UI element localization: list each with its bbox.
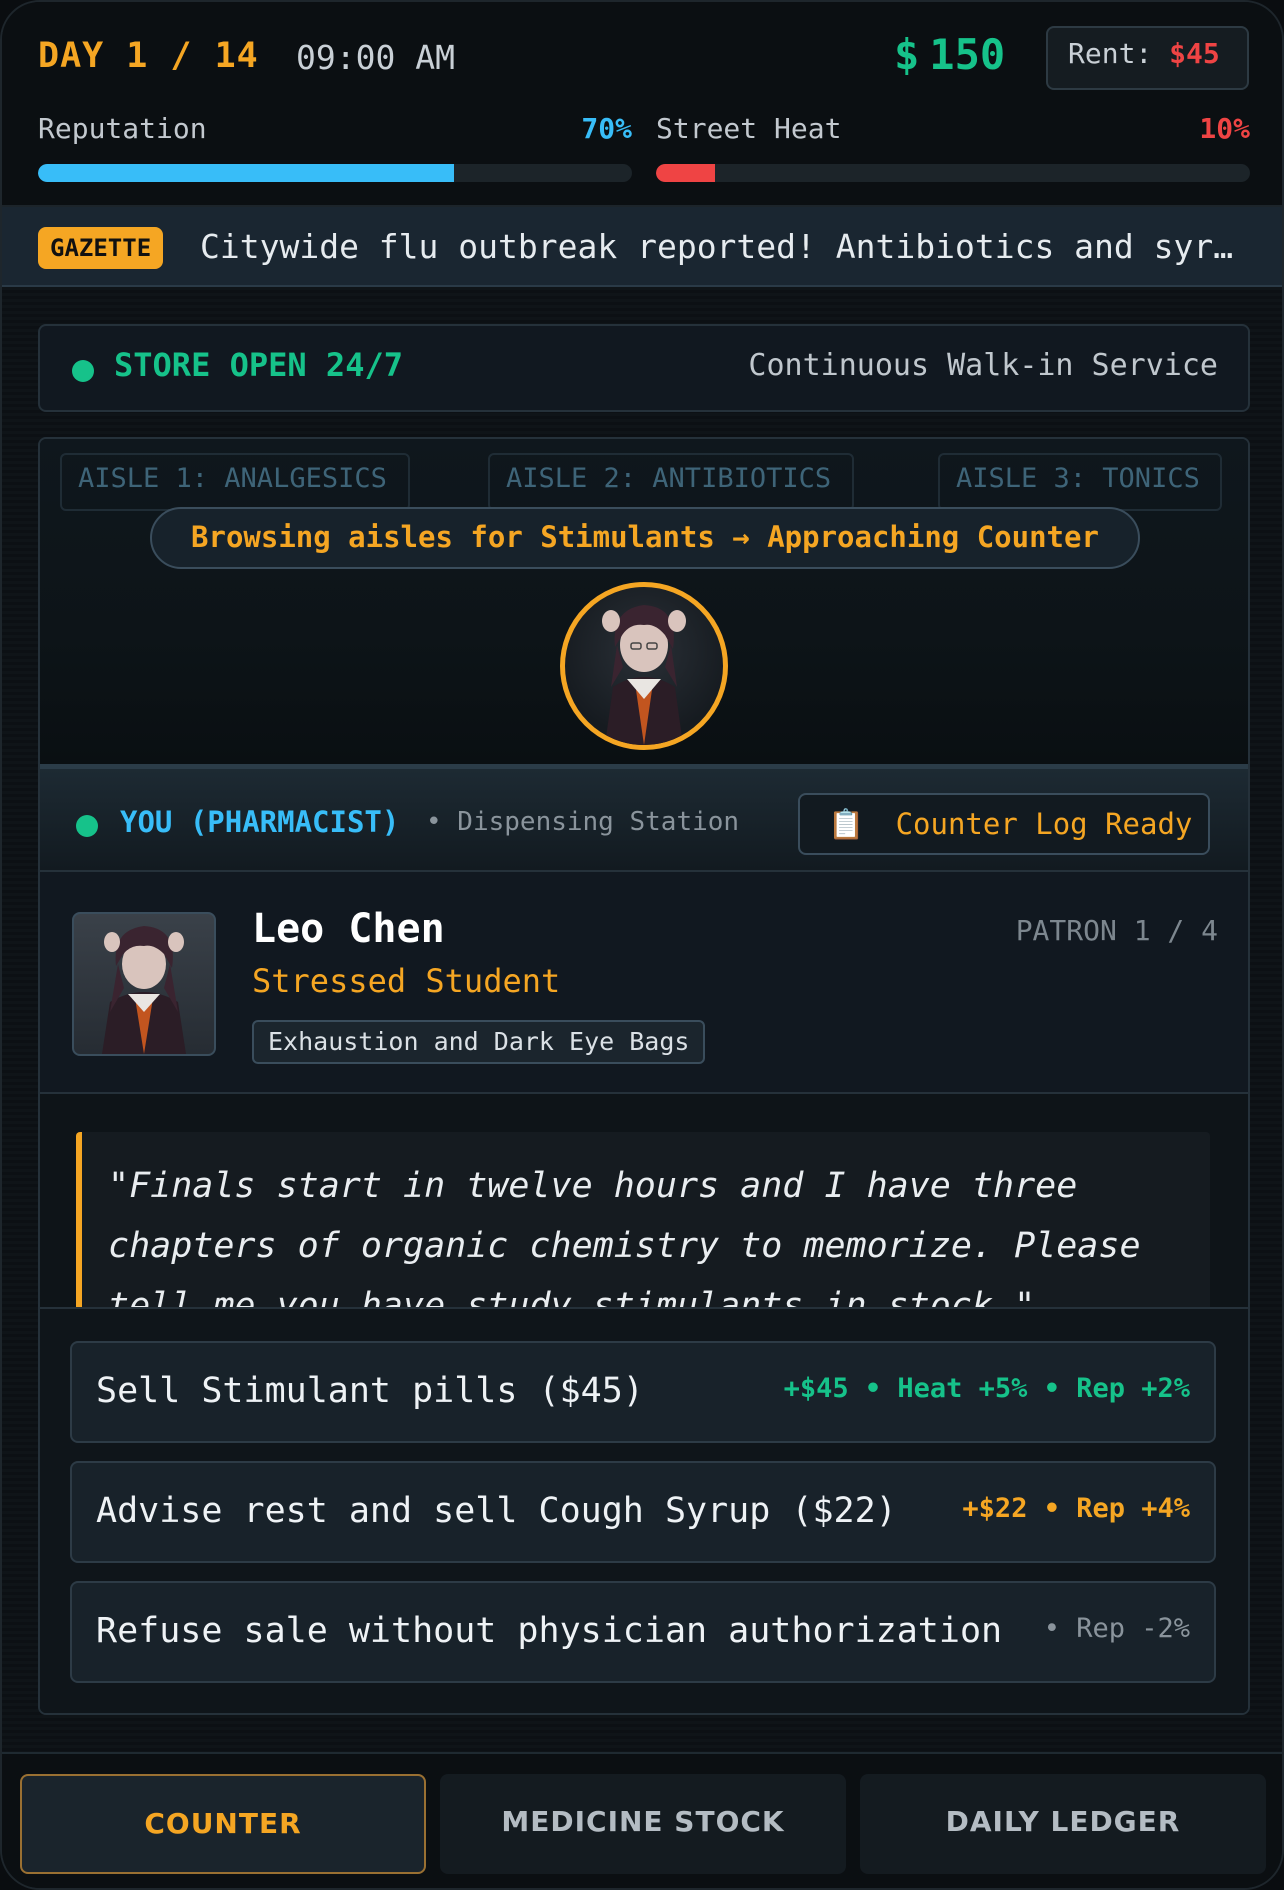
dispensing-station-bar: YOU (PHARMACIST) • Dispensing Station 📋 …	[40, 764, 1248, 872]
choice-advise-rest[interactable]: Advise rest and sell Cough Syrup ($22) +…	[70, 1461, 1216, 1563]
player-role-label: YOU (PHARMACIST)	[120, 805, 400, 839]
store-status-text: STORE OPEN 24/7	[114, 346, 403, 384]
gazette-headline: Citywide flu outbreak reported! Antibiot…	[200, 227, 1250, 266]
symptom-tag: Exhaustion and Dark Eye Bags	[252, 1020, 706, 1064]
clock-time: 09:00 AM	[296, 38, 455, 77]
patron-dialogue: "Finals start in twelve hours and I have…	[76, 1132, 1210, 1307]
choice-sell-stimulants[interactable]: Sell Stimulant pills ($45) +$45 • Heat +…	[70, 1341, 1216, 1443]
open-status-dot-icon	[72, 360, 94, 382]
store-service-text: Continuous Walk-in Service	[748, 348, 1218, 383]
aisle-view: AISLE 1: ANALGESICS AISLE 2: ANTIBIOTICS…	[40, 439, 1248, 764]
reputation-bar-fill	[38, 164, 454, 182]
news-ticker: GAZETTE Citywide flu outbreak reported! …	[2, 207, 1282, 287]
patron-avatar	[72, 912, 216, 1056]
student-portrait-icon	[602, 605, 686, 745]
shop-scene: AISLE 1: ANALGESICS AISLE 2: ANTIBIOTICS…	[38, 437, 1250, 1715]
clipboard-icon: 📋	[828, 807, 865, 841]
station-label: • Dispensing Station	[426, 807, 740, 837]
heat-bar	[656, 164, 1250, 182]
aisle-analgesics[interactable]: AISLE 1: ANALGESICS	[60, 453, 410, 511]
patron-card: Leo Chen Stressed Student Exhaustion and…	[40, 872, 1248, 1094]
cash-amount: 150	[929, 30, 1006, 79]
heat-value: 10%	[1199, 112, 1250, 145]
tab-counter[interactable]: COUNTER	[20, 1774, 426, 1874]
status-header: DAY 1 / 14 09:00 AM $150 Rent: $45 Reput…	[2, 2, 1282, 207]
tab-daily-ledger[interactable]: DAILY LEDGER	[860, 1774, 1266, 1874]
patron-activity-banner: Browsing aisles for Stimulants → Approac…	[150, 507, 1140, 569]
patron-name: Leo Chen	[252, 906, 445, 952]
rent-badge: Rent: $45	[1046, 26, 1249, 90]
gazette-badge: GAZETTE	[38, 227, 164, 269]
choice-label: Advise rest and sell Cough Syrup ($22)	[96, 1491, 897, 1531]
rent-amount: $45	[1169, 37, 1220, 70]
reputation-bar	[38, 164, 632, 182]
cash-balance: $150	[894, 30, 1005, 79]
reputation-value: 70%	[581, 112, 632, 145]
aisle-tonics[interactable]: AISLE 3: TONICS	[938, 453, 1222, 511]
patron-scene-avatar[interactable]	[560, 582, 728, 750]
choice-effects: +$22 • Rep +4%	[962, 1493, 1190, 1524]
patron-counter: PATRON 1 / 4	[1015, 914, 1218, 947]
choice-label: Sell Stimulant pills ($45)	[96, 1371, 644, 1411]
dollar-icon: $	[894, 30, 920, 79]
game-frame: DAY 1 / 14 09:00 AM $150 Rent: $45 Reput…	[0, 0, 1284, 1890]
choice-refuse-sale[interactable]: Refuse sale without physician authorizat…	[70, 1581, 1216, 1683]
counter-log-label: Counter Log Ready	[895, 807, 1193, 841]
store-status-panel: STORE OPEN 24/7 Continuous Walk-in Servi…	[38, 324, 1250, 412]
counter-log-button[interactable]: 📋 Counter Log Ready	[798, 793, 1210, 855]
rent-label: Rent:	[1068, 37, 1153, 70]
choice-list: Sell Stimulant pills ($45) +$45 • Heat +…	[40, 1309, 1248, 1713]
choice-label: Refuse sale without physician authorizat…	[96, 1611, 1003, 1651]
aisle-antibiotics[interactable]: AISLE 2: ANTIBIOTICS	[488, 453, 854, 511]
reputation-label: Reputation	[38, 112, 207, 145]
bottom-tab-bar: COUNTER MEDICINE STOCK DAILY LEDGER	[2, 1752, 1282, 1888]
day-counter: DAY 1 / 14	[38, 36, 259, 76]
pharmacist-status-dot-icon	[76, 815, 98, 837]
choice-effects: +$45 • Heat +5% • Rep +2%	[783, 1373, 1190, 1404]
student-thumbnail-icon	[102, 926, 186, 1054]
patron-role: Stressed Student	[252, 962, 561, 1000]
heat-label: Street Heat	[656, 112, 842, 145]
choice-effects: • Rep -2%	[1043, 1613, 1190, 1644]
tab-medicine-stock[interactable]: MEDICINE STOCK	[440, 1774, 846, 1874]
heat-bar-fill	[656, 164, 716, 182]
dialogue-area: "Finals start in twelve hours and I have…	[40, 1094, 1248, 1309]
